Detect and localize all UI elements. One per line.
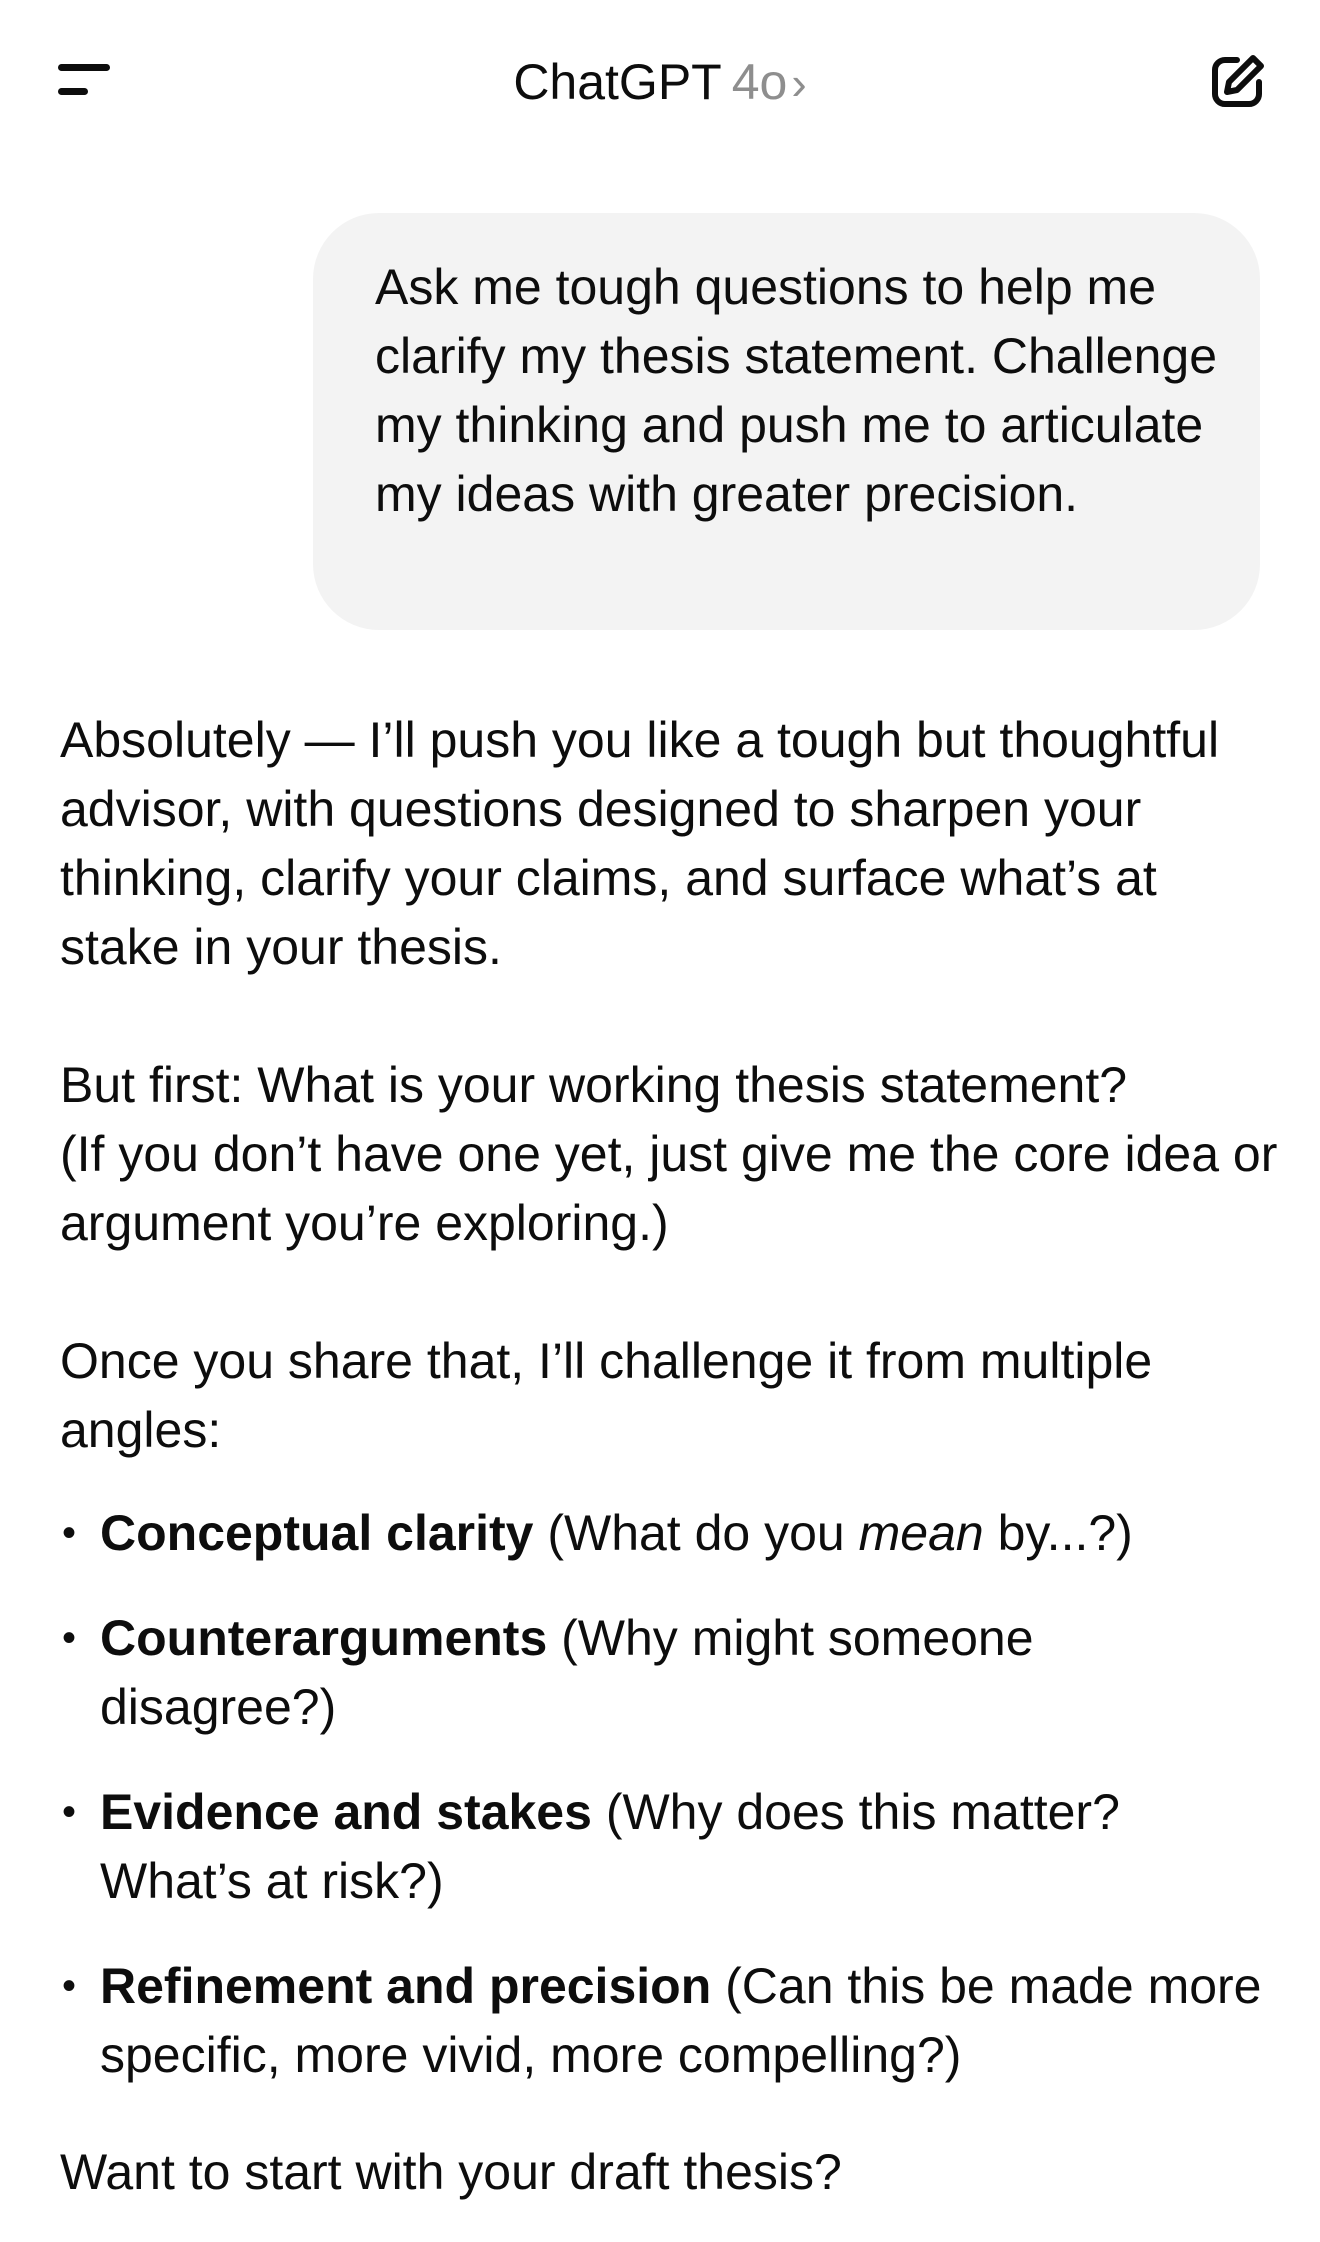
assistant-paragraph: But first: What is your working thesis s… xyxy=(60,1051,1280,1258)
angle-list: • Conceptual clarity (What do you mean b… xyxy=(60,1499,1280,2090)
list-item: • Evidence and stakes (Why does this mat… xyxy=(60,1778,1280,1916)
model-switcher[interactable]: ChatGPT 4o› xyxy=(0,52,1320,113)
assistant-closing: Want to start with your draft thesis? xyxy=(60,2144,842,2200)
user-message-bubble: Ask me tough questions to help me clarif… xyxy=(313,213,1260,630)
list-item-emphasis: mean xyxy=(858,1505,984,1561)
chevron-right-icon: › xyxy=(791,57,807,109)
app-title: ChatGPT xyxy=(513,54,722,110)
new-chat-button[interactable] xyxy=(1205,50,1269,114)
bullet-icon: • xyxy=(62,1511,77,1555)
top-bar: ChatGPT 4o› xyxy=(0,0,1320,165)
list-item-title: Conceptual clarity xyxy=(100,1505,534,1561)
bullet-icon: • xyxy=(62,1790,77,1834)
list-item-text: by...?) xyxy=(983,1505,1133,1561)
list-item-text: (What do you xyxy=(533,1505,859,1561)
bullet-icon: • xyxy=(62,1964,77,2008)
list-item: • Counterarguments (Why might someone di… xyxy=(60,1604,1280,1742)
list-item: • Refinement and precision (Can this be … xyxy=(60,1952,1280,2090)
list-item: • Conceptual clarity (What do you mean b… xyxy=(60,1499,1280,1568)
bullet-icon: • xyxy=(62,1616,77,1660)
new-chat-pencil-icon xyxy=(1212,55,1264,107)
user-message-text: Ask me tough questions to help me clarif… xyxy=(375,259,1218,522)
assistant-question: But first: What is your working thesis s… xyxy=(60,1057,1128,1113)
list-item-title: Evidence and stakes xyxy=(100,1784,592,1840)
list-item-title: Refinement and precision xyxy=(100,1958,712,2014)
model-name: 4o xyxy=(731,54,788,110)
assistant-paragraph: Absolutely — I’ll push you like a tough … xyxy=(60,712,1220,975)
assistant-paragraph: Once you share that, I’ll challenge it f… xyxy=(60,1333,1153,1458)
assistant-message: Absolutely — I’ll push you like a tough … xyxy=(60,706,1280,2207)
assistant-note: (If you don’t have one yet, just give me… xyxy=(60,1126,1278,1251)
list-item-title: Counterarguments xyxy=(100,1610,548,1666)
